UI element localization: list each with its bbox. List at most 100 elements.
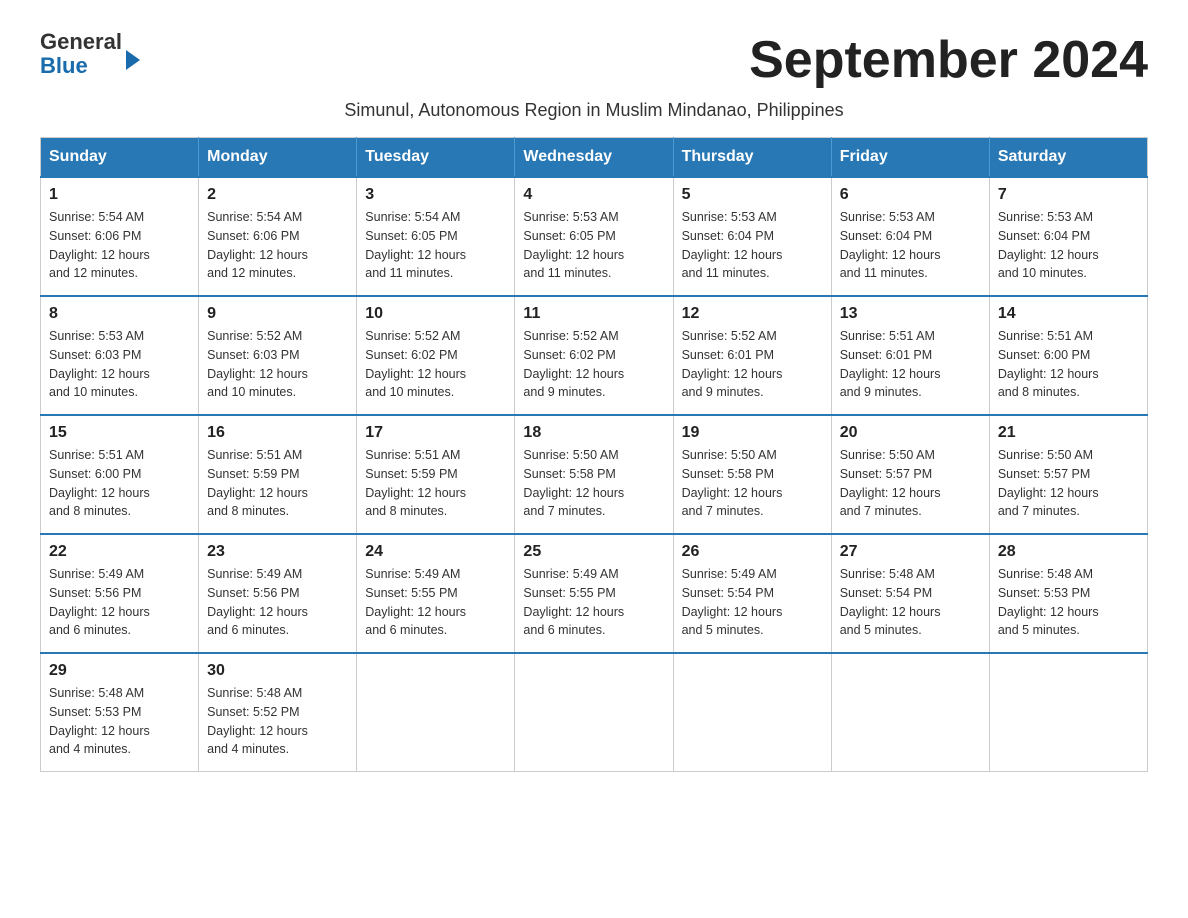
calendar-cell: 20 Sunrise: 5:50 AMSunset: 5:57 PMDayligh…	[831, 415, 989, 534]
calendar-cell: 1 Sunrise: 5:54 AMSunset: 6:06 PMDaylight…	[41, 177, 199, 296]
day-number: 20	[840, 424, 981, 442]
weekday-header-thursday: Thursday	[673, 138, 831, 178]
day-number: 30	[207, 662, 348, 680]
day-info: Sunrise: 5:49 AMSunset: 5:56 PMDaylight:…	[207, 565, 348, 640]
calendar-cell: 18Sunrise: 5:50 AMSunset: 5:58 PMDayligh…	[515, 415, 673, 534]
calendar-cell: 12 Sunrise: 5:52 AMSunset: 6:01 PMDayligh…	[673, 296, 831, 415]
logo-triangle-icon	[126, 50, 140, 70]
day-number: 19	[682, 424, 823, 442]
day-number: 1	[49, 186, 190, 204]
calendar-cell: 2 Sunrise: 5:54 AMSunset: 6:06 PMDaylight…	[199, 177, 357, 296]
day-info: Sunrise: 5:52 AMSunset: 6:01 PMDaylight:…	[682, 327, 823, 402]
day-info: Sunrise: 5:50 AMSunset: 5:57 PMDaylight:…	[998, 446, 1139, 521]
day-info: Sunrise: 5:54 AMSunset: 6:06 PMDaylight:…	[207, 208, 348, 283]
day-number: 5	[682, 186, 823, 204]
day-number: 26	[682, 543, 823, 561]
calendar-week-1: 1 Sunrise: 5:54 AMSunset: 6:06 PMDaylight…	[41, 177, 1148, 296]
day-number: 9	[207, 305, 348, 323]
day-info: Sunrise: 5:53 AMSunset: 6:05 PMDaylight:…	[523, 208, 664, 283]
day-info: Sunrise: 5:49 AMSunset: 5:55 PMDaylight:…	[365, 565, 506, 640]
calendar-cell: 4 Sunrise: 5:53 AMSunset: 6:05 PMDaylight…	[515, 177, 673, 296]
day-info: Sunrise: 5:48 AMSunset: 5:52 PMDaylight:…	[207, 684, 348, 759]
calendar-cell	[515, 653, 673, 772]
day-info: Sunrise: 5:53 AMSunset: 6:04 PMDaylight:…	[840, 208, 981, 283]
day-number: 29	[49, 662, 190, 680]
day-number: 4	[523, 186, 664, 204]
day-info: Sunrise: 5:54 AMSunset: 6:05 PMDaylight:…	[365, 208, 506, 283]
calendar-cell: 3Sunrise: 5:54 AMSunset: 6:05 PMDaylight…	[357, 177, 515, 296]
day-info: Sunrise: 5:52 AMSunset: 6:02 PMDaylight:…	[523, 327, 664, 402]
calendar-cell: 30 Sunrise: 5:48 AMSunset: 5:52 PMDayligh…	[199, 653, 357, 772]
logo-general: General	[40, 30, 122, 54]
weekday-header-row: SundayMondayTuesdayWednesdayThursdayFrid…	[41, 138, 1148, 178]
day-info: Sunrise: 5:54 AMSunset: 6:06 PMDaylight:…	[49, 208, 190, 283]
day-info: Sunrise: 5:53 AMSunset: 6:04 PMDaylight:…	[682, 208, 823, 283]
calendar-cell: 14Sunrise: 5:51 AMSunset: 6:00 PMDayligh…	[989, 296, 1147, 415]
day-number: 27	[840, 543, 981, 561]
calendar-week-4: 22 Sunrise: 5:49 AMSunset: 5:56 PMDayligh…	[41, 534, 1148, 653]
day-info: Sunrise: 5:50 AMSunset: 5:58 PMDaylight:…	[523, 446, 664, 521]
page-subtitle: Simunul, Autonomous Region in Muslim Min…	[40, 100, 1148, 121]
day-info: Sunrise: 5:48 AMSunset: 5:53 PMDaylight:…	[998, 565, 1139, 640]
calendar-cell	[989, 653, 1147, 772]
day-number: 17	[365, 424, 506, 442]
day-number: 6	[840, 186, 981, 204]
day-info: Sunrise: 5:49 AMSunset: 5:56 PMDaylight:…	[49, 565, 190, 640]
day-info: Sunrise: 5:51 AMSunset: 6:00 PMDaylight:…	[49, 446, 190, 521]
day-info: Sunrise: 5:53 AMSunset: 6:04 PMDaylight:…	[998, 208, 1139, 283]
day-number: 10	[365, 305, 506, 323]
day-number: 28	[998, 543, 1139, 561]
day-info: Sunrise: 5:49 AMSunset: 5:55 PMDaylight:…	[523, 565, 664, 640]
calendar-table: SundayMondayTuesdayWednesdayThursdayFrid…	[40, 137, 1148, 772]
day-number: 23	[207, 543, 348, 561]
day-number: 8	[49, 305, 190, 323]
day-info: Sunrise: 5:52 AMSunset: 6:03 PMDaylight:…	[207, 327, 348, 402]
calendar-cell	[673, 653, 831, 772]
day-number: 2	[207, 186, 348, 204]
weekday-header-sunday: Sunday	[41, 138, 199, 178]
day-info: Sunrise: 5:52 AMSunset: 6:02 PMDaylight:…	[365, 327, 506, 402]
page-title: September 2024	[749, 30, 1148, 90]
calendar-cell: 11 Sunrise: 5:52 AMSunset: 6:02 PMDayligh…	[515, 296, 673, 415]
day-info: Sunrise: 5:48 AMSunset: 5:53 PMDaylight:…	[49, 684, 190, 759]
calendar-cell	[831, 653, 989, 772]
day-number: 7	[998, 186, 1139, 204]
calendar-cell: 29 Sunrise: 5:48 AMSunset: 5:53 PMDayligh…	[41, 653, 199, 772]
day-number: 16	[207, 424, 348, 442]
calendar-cell: 24Sunrise: 5:49 AMSunset: 5:55 PMDayligh…	[357, 534, 515, 653]
day-info: Sunrise: 5:49 AMSunset: 5:54 PMDaylight:…	[682, 565, 823, 640]
day-number: 14	[998, 305, 1139, 323]
day-info: Sunrise: 5:50 AMSunset: 5:58 PMDaylight:…	[682, 446, 823, 521]
calendar-cell: 7 Sunrise: 5:53 AMSunset: 6:04 PMDaylight…	[989, 177, 1147, 296]
page-header: General Blue September 2024	[40, 30, 1148, 90]
weekday-header-saturday: Saturday	[989, 138, 1147, 178]
calendar-week-5: 29 Sunrise: 5:48 AMSunset: 5:53 PMDayligh…	[41, 653, 1148, 772]
calendar-cell: 13 Sunrise: 5:51 AMSunset: 6:01 PMDayligh…	[831, 296, 989, 415]
calendar-week-2: 8 Sunrise: 5:53 AMSunset: 6:03 PMDaylight…	[41, 296, 1148, 415]
calendar-cell: 21Sunrise: 5:50 AMSunset: 5:57 PMDayligh…	[989, 415, 1147, 534]
calendar-cell: 23 Sunrise: 5:49 AMSunset: 5:56 PMDayligh…	[199, 534, 357, 653]
calendar-cell: 28 Sunrise: 5:48 AMSunset: 5:53 PMDayligh…	[989, 534, 1147, 653]
day-number: 12	[682, 305, 823, 323]
day-info: Sunrise: 5:50 AMSunset: 5:57 PMDaylight:…	[840, 446, 981, 521]
day-info: Sunrise: 5:51 AMSunset: 5:59 PMDaylight:…	[207, 446, 348, 521]
day-info: Sunrise: 5:51 AMSunset: 6:01 PMDaylight:…	[840, 327, 981, 402]
calendar-cell: 6 Sunrise: 5:53 AMSunset: 6:04 PMDaylight…	[831, 177, 989, 296]
calendar-cell: 15Sunrise: 5:51 AMSunset: 6:00 PMDayligh…	[41, 415, 199, 534]
day-number: 25	[523, 543, 664, 561]
day-number: 13	[840, 305, 981, 323]
calendar-cell: 25 Sunrise: 5:49 AMSunset: 5:55 PMDayligh…	[515, 534, 673, 653]
calendar-cell: 8 Sunrise: 5:53 AMSunset: 6:03 PMDaylight…	[41, 296, 199, 415]
day-info: Sunrise: 5:51 AMSunset: 5:59 PMDaylight:…	[365, 446, 506, 521]
logo: General Blue	[40, 30, 140, 78]
logo-blue: Blue	[40, 54, 122, 78]
logo-text: General Blue	[40, 30, 122, 78]
day-number: 11	[523, 305, 664, 323]
weekday-header-monday: Monday	[199, 138, 357, 178]
day-number: 22	[49, 543, 190, 561]
weekday-header-tuesday: Tuesday	[357, 138, 515, 178]
calendar-cell: 16 Sunrise: 5:51 AMSunset: 5:59 PMDayligh…	[199, 415, 357, 534]
day-info: Sunrise: 5:53 AMSunset: 6:03 PMDaylight:…	[49, 327, 190, 402]
day-info: Sunrise: 5:48 AMSunset: 5:54 PMDaylight:…	[840, 565, 981, 640]
calendar-cell: 22 Sunrise: 5:49 AMSunset: 5:56 PMDayligh…	[41, 534, 199, 653]
